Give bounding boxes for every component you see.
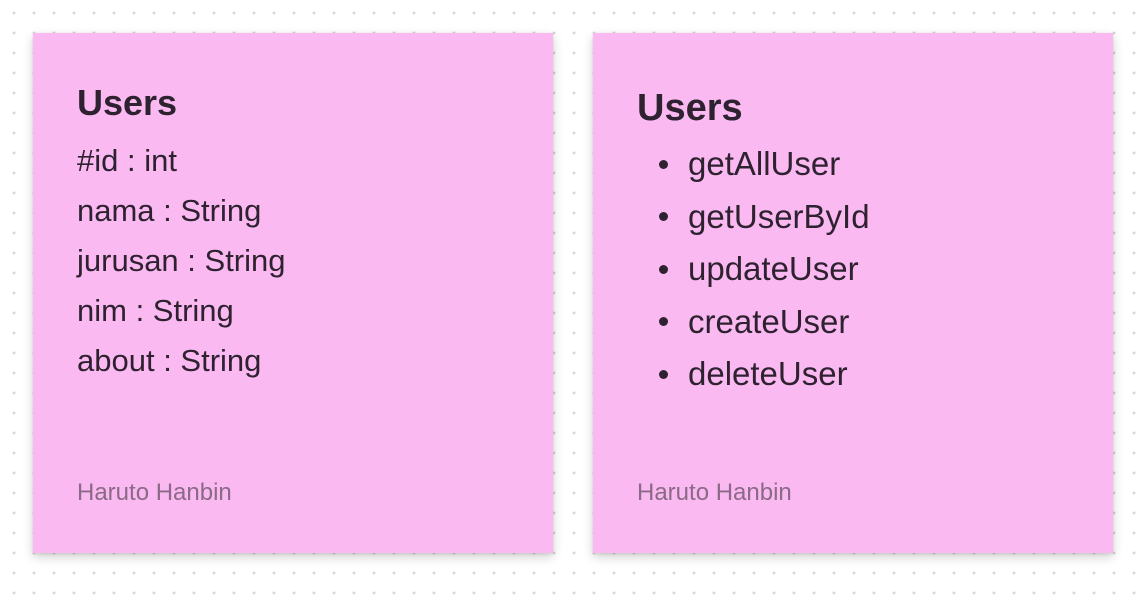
method-item: createUser: [637, 296, 870, 349]
note-title: Users: [77, 82, 178, 123]
bullet-icon: [659, 369, 668, 379]
method-list: getAllUser getUserById updateUser create…: [637, 138, 870, 401]
sticky-note-attributes[interactable]: Users #id : int nama : String jurusan : …: [33, 33, 553, 553]
note-title: Users: [637, 87, 743, 129]
method-label: getUserById: [688, 197, 870, 235]
attribute-item: nama : String: [77, 193, 262, 228]
note-author: Haruto Hanbin: [637, 479, 792, 506]
bullet-icon: [659, 159, 668, 169]
method-item: updateUser: [637, 243, 870, 296]
method-item: deleteUser: [637, 348, 870, 401]
sticky-note-methods[interactable]: Users getAllUser getUserById updateUser …: [593, 33, 1113, 553]
method-label: createUser: [688, 302, 850, 340]
method-label: deleteUser: [688, 355, 848, 392]
bullet-icon: [659, 212, 668, 222]
note-author: Haruto Hanbin: [77, 479, 232, 506]
attribute-list: #id : int nama : String jurusan : String…: [77, 136, 286, 386]
attribute-item: #id : int: [77, 143, 177, 178]
method-item: getAllUser: [637, 138, 870, 191]
attribute-item: jurusan : String: [77, 243, 286, 278]
attribute-item: about : String: [77, 343, 262, 378]
bullet-icon: [659, 264, 668, 274]
method-label: getAllUser: [688, 145, 841, 182]
attribute-item: nim : String: [77, 293, 234, 328]
bullet-icon: [659, 317, 668, 327]
method-label: updateUser: [688, 250, 859, 287]
method-item: getUserById: [637, 191, 870, 244]
